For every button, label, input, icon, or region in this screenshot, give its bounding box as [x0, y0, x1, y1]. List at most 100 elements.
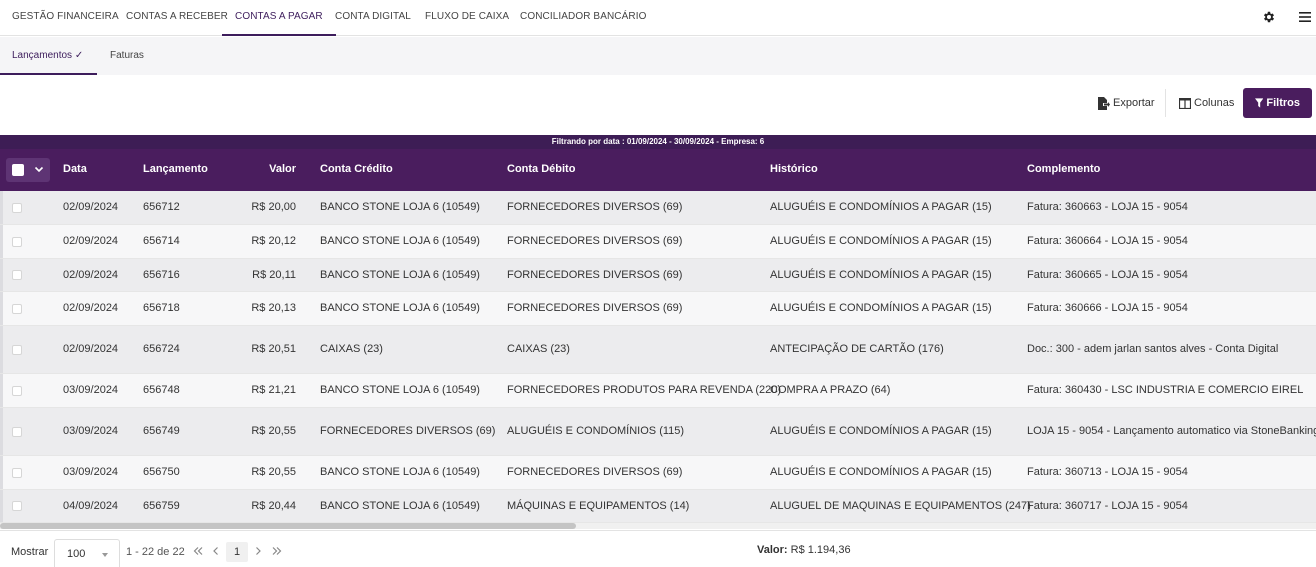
select-all-dropdown[interactable]	[6, 158, 50, 182]
cell-data: 03/09/2024	[63, 384, 119, 396]
total-label: Valor:	[757, 544, 788, 556]
table-header: Data Lançamento Valor Conta Crédito Cont…	[0, 149, 1316, 191]
export-button[interactable]: Exportar	[1097, 88, 1155, 118]
cell-lancamento: 656759	[143, 500, 180, 512]
row-checkbox[interactable]	[12, 501, 22, 511]
cell-conta-credito: BANCO STONE LOJA 6 (10549)	[320, 466, 480, 478]
cell-historico: ALUGUÉIS E CONDOMÍNIOS A PAGAR (15)	[770, 235, 992, 247]
subtab-faturas[interactable]: Faturas	[110, 37, 144, 75]
tab-conta-digital[interactable]: CONTA DIGITAL	[335, 0, 411, 36]
page-size-select[interactable]: 100	[54, 539, 120, 567]
table-row[interactable]: 02/09/2024 656714 R$ 20,12 BANCO STONE L…	[0, 225, 1316, 259]
cell-lancamento: 656716	[143, 269, 180, 281]
tab-contas-a-receber[interactable]: CONTAS A RECEBER	[126, 0, 228, 36]
cell-valor: R$ 20,11	[252, 269, 296, 281]
cell-lancamento: 656748	[143, 384, 180, 396]
cell-lancamento: 656724	[143, 343, 180, 355]
last-page-icon[interactable]	[272, 546, 282, 556]
row-checkbox[interactable]	[12, 427, 22, 437]
cell-valor: R$ 20,13	[251, 302, 296, 314]
table-row[interactable]: 03/09/2024 656749 R$ 20,55 FORNECEDORES …	[0, 408, 1316, 456]
tab-contas-a-pagar[interactable]: CONTAS A PAGAR	[222, 0, 336, 36]
sub-navigation: Lançamentos ✓ Faturas	[0, 37, 1316, 75]
hamburger-menu-icon[interactable]	[1299, 10, 1311, 24]
cell-conta-debito: CAIXAS (23)	[507, 343, 570, 355]
table-row[interactable]: 03/09/2024 656750 R$ 20,55 BANCO STONE L…	[0, 456, 1316, 490]
export-file-icon	[1098, 96, 1110, 110]
first-page-icon[interactable]	[193, 546, 203, 556]
column-header-data[interactable]: Data	[63, 149, 87, 191]
select-all-checkbox[interactable]	[12, 164, 24, 176]
cell-conta-debito: MÁQUINAS E EQUIPAMENTOS (14)	[507, 500, 690, 512]
row-indicator	[0, 225, 3, 258]
row-checkbox[interactable]	[12, 237, 22, 247]
cell-complemento: Fatura: 360430 - LSC INDUSTRIA E COMERCI…	[1027, 384, 1304, 396]
column-header-valor[interactable]: Valor	[230, 149, 296, 191]
cell-data: 04/09/2024	[63, 500, 119, 512]
row-checkbox[interactable]	[12, 468, 22, 478]
row-indicator	[0, 408, 3, 455]
total-amount: R$ 1.194,36	[790, 544, 851, 556]
cell-complemento: LOJA 15 - 9054 - Lançamento automatico v…	[1027, 425, 1316, 437]
cell-data: 02/09/2024	[63, 269, 119, 281]
column-header-conta-debito[interactable]: Conta Débito	[507, 149, 575, 191]
row-checkbox[interactable]	[12, 304, 22, 314]
cell-lancamento: 656712	[143, 201, 180, 213]
cell-valor: R$ 20,51	[251, 343, 296, 355]
toolbar-divider	[1165, 89, 1166, 117]
table-row[interactable]: 02/09/2024 656718 R$ 20,13 BANCO STONE L…	[0, 292, 1316, 326]
row-checkbox[interactable]	[12, 203, 22, 213]
cell-historico: ALUGUÉIS E CONDOMÍNIOS A PAGAR (15)	[770, 201, 992, 213]
cell-valor: R$ 20,55	[251, 425, 296, 437]
cell-historico: ALUGUÉIS E CONDOMÍNIOS A PAGAR (15)	[770, 425, 992, 437]
columns-button[interactable]: Colunas	[1179, 88, 1234, 118]
column-header-complemento[interactable]: Complemento	[1027, 149, 1100, 191]
cell-complemento: Fatura: 360663 - LOJA 15 - 9054	[1027, 201, 1188, 213]
row-indicator	[0, 456, 3, 489]
cell-valor: R$ 20,00	[251, 201, 296, 213]
current-page-button[interactable]: 1	[226, 542, 248, 562]
previous-page-icon[interactable]	[212, 546, 220, 556]
cell-conta-debito: FORNECEDORES DIVERSOS (69)	[507, 302, 683, 314]
cell-lancamento: 656718	[143, 302, 180, 314]
table-row[interactable]: 02/09/2024 656724 R$ 20,51 CAIXAS (23) C…	[0, 326, 1316, 374]
filters-button[interactable]: Filtros	[1243, 88, 1312, 118]
cell-complemento: Fatura: 360713 - LOJA 15 - 9054	[1027, 466, 1188, 478]
cell-lancamento: 656750	[143, 466, 180, 478]
table-row[interactable]: 03/09/2024 656748 R$ 21,21 BANCO STONE L…	[0, 374, 1316, 408]
row-checkbox[interactable]	[12, 386, 22, 396]
row-checkbox[interactable]	[12, 345, 22, 355]
horizontal-scrollbar[interactable]	[0, 523, 1316, 529]
cell-data: 03/09/2024	[63, 466, 119, 478]
filters-label: Filtros	[1266, 97, 1300, 109]
table-row[interactable]: 04/09/2024 656759 R$ 20,44 BANCO STONE L…	[0, 490, 1316, 523]
row-indicator	[0, 292, 3, 325]
cell-data: 03/09/2024	[63, 425, 119, 437]
cell-lancamento: 656749	[143, 425, 180, 437]
row-checkbox[interactable]	[12, 270, 22, 280]
table-row[interactable]: 02/09/2024 656716 R$ 20,11 BANCO STONE L…	[0, 259, 1316, 292]
cell-valor: R$ 20,12	[251, 235, 296, 247]
caret-down-icon	[102, 553, 108, 557]
next-page-icon[interactable]	[254, 546, 262, 556]
tab-gestao-financeira[interactable]: GESTÃO FINANCEIRA	[12, 0, 119, 36]
top-navigation: GESTÃO FINANCEIRA CONTAS A RECEBER CONTA…	[0, 0, 1316, 36]
row-indicator	[0, 374, 3, 407]
table-row[interactable]: 02/09/2024 656712 R$ 20,00 BANCO STONE L…	[0, 191, 1316, 225]
filter-funnel-icon	[1255, 98, 1264, 108]
column-header-historico[interactable]: Histórico	[770, 149, 818, 191]
cell-historico: ANTECIPAÇÃO DE CARTÃO (176)	[770, 343, 944, 355]
column-header-conta-credito[interactable]: Conta Crédito	[320, 149, 393, 191]
tab-conciliador-bancario[interactable]: CONCILIADOR BANCÁRIO	[520, 0, 646, 36]
column-header-lancamento[interactable]: Lançamento	[143, 149, 208, 191]
gear-icon[interactable]	[1262, 10, 1276, 24]
pagination-range: 1 - 22 de 22	[126, 546, 185, 558]
page-size-value: 100	[67, 548, 86, 560]
tab-fluxo-de-caixa[interactable]: FLUXO DE CAIXA	[425, 0, 509, 36]
subtab-lancamentos[interactable]: Lançamentos ✓	[0, 37, 97, 75]
page-size-label: Mostrar	[11, 546, 49, 558]
row-indicator	[0, 326, 3, 373]
scrollbar-thumb[interactable]	[0, 523, 576, 529]
cell-conta-debito: FORNECEDORES DIVERSOS (69)	[507, 269, 683, 281]
cell-conta-debito: FORNECEDORES DIVERSOS (69)	[507, 235, 683, 247]
